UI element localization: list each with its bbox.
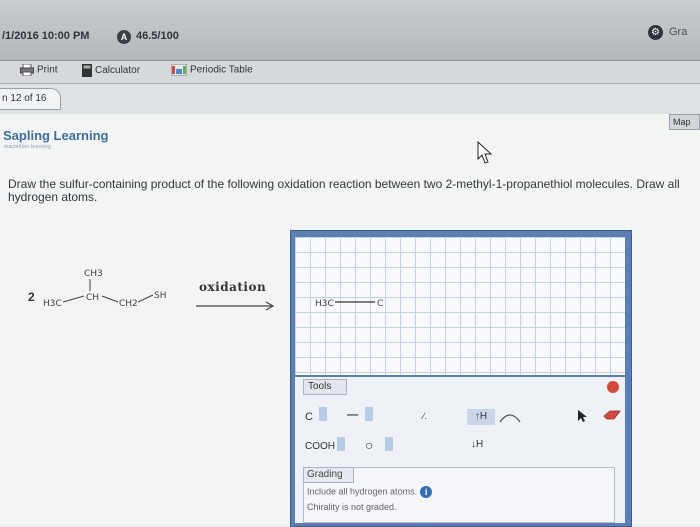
canvas-label-c: C — [377, 299, 383, 309]
printer-icon — [20, 64, 34, 76]
question-tab[interactable]: n 12 of 16 — [0, 88, 61, 110]
score-badge-icon: A — [117, 30, 131, 44]
reactant-structure: CH3 H3C CH CH2 SH — [43, 269, 166, 309]
drawing-canvas[interactable]: H3C C — [295, 237, 625, 375]
question-content: Map Sapling Learning macmillan learning … — [0, 114, 700, 527]
score: 46.5/100 — [136, 30, 179, 42]
bond-ch2-sh — [137, 294, 154, 303]
bond-dropdown[interactable] — [365, 407, 373, 421]
grading-label: Grading — [303, 467, 354, 483]
print-button[interactable]: Print — [20, 64, 58, 76]
top-bar: /1/2016 10:00 PM A 46.5/100 ⚙ Gra — [0, 0, 700, 61]
clear-canvas-icon[interactable] — [607, 381, 619, 393]
cooh-dropdown[interactable] — [337, 437, 345, 451]
remove-hydrogen-button[interactable]: ↓H — [471, 439, 483, 450]
date-time: /1/2016 10:00 PM — [2, 30, 90, 42]
print-label: Print — [37, 64, 58, 76]
mouse-cursor-icon — [477, 141, 493, 164]
select-arrow-icon[interactable] — [577, 409, 589, 423]
reaction-arrow-label: oxidation — [199, 280, 267, 294]
calculator-icon — [82, 64, 92, 77]
periodic-table-label: Periodic Table — [190, 64, 253, 76]
question-tab-strip: n 12 of 16 — [0, 84, 700, 114]
info-icon[interactable]: i — [420, 486, 433, 498]
brand-subtitle: macmillan learning — [4, 144, 52, 150]
canvas-label-h3c: H3C — [315, 299, 334, 309]
grade-label[interactable]: Gra — [669, 26, 687, 38]
label-ch2: CH2 — [119, 299, 138, 309]
toolbar: Print Calculator Periodic Table — [0, 61, 700, 84]
question-text: Draw the sulfur-containing product of th… — [8, 177, 680, 204]
label-h3c: H3C — [43, 299, 62, 309]
periodic-table-button[interactable]: Periodic Table — [171, 64, 253, 76]
bond-button[interactable]: — — [347, 409, 358, 421]
grading-hint-chirality: Chirality is not graded. — [307, 502, 397, 512]
tools-label: Tools — [303, 379, 347, 395]
carbon-atom-button[interactable]: C — [305, 411, 313, 423]
label-ch3-top: CH3 — [84, 269, 103, 279]
map-button[interactable]: Map — [669, 114, 700, 130]
add-hydrogen-button[interactable]: ↑H — [467, 409, 495, 425]
grading-box: Grading Include all hydrogen atoms. i Chi… — [303, 467, 615, 523]
grading-hint-hydrogens-text: Include all hydrogen atoms. — [307, 486, 418, 497]
cooh-button[interactable]: COOH — [305, 441, 335, 452]
tools-panel: Tools C — ⁄. ↑H COOH ○ ↓H Grading Includ… — [295, 377, 625, 523]
eraser-icon[interactable] — [603, 410, 621, 420]
calculator-button[interactable]: Calculator — [82, 64, 140, 77]
periodic-table-icon — [171, 64, 187, 76]
reaction-arrow-icon — [196, 301, 275, 311]
calculator-label: Calculator — [95, 65, 141, 77]
carbon-atom-dropdown[interactable] — [319, 407, 327, 421]
brand-logo: Sapling Learning — [3, 128, 109, 143]
molecule-editor: H3C C Tools C — ⁄. ↑H COOH ○ ↓H Grading … — [290, 230, 632, 527]
grading-hint-hydrogens: Include all hydrogen atoms. i — [307, 486, 433, 498]
bond-h3c-ch — [62, 295, 85, 303]
grade-icon[interactable]: ⚙ — [648, 25, 663, 40]
ring-button[interactable]: ○ — [365, 437, 373, 453]
canvas-molecule: H3C C — [315, 299, 383, 309]
charge-button[interactable]: ⁄. — [423, 411, 427, 421]
bond-ch-ch2 — [101, 295, 119, 303]
label-ch: CH — [86, 293, 99, 303]
ring-dropdown[interactable] — [385, 437, 393, 451]
arc-icon[interactable] — [499, 411, 521, 423]
label-sh: SH — [154, 291, 166, 301]
